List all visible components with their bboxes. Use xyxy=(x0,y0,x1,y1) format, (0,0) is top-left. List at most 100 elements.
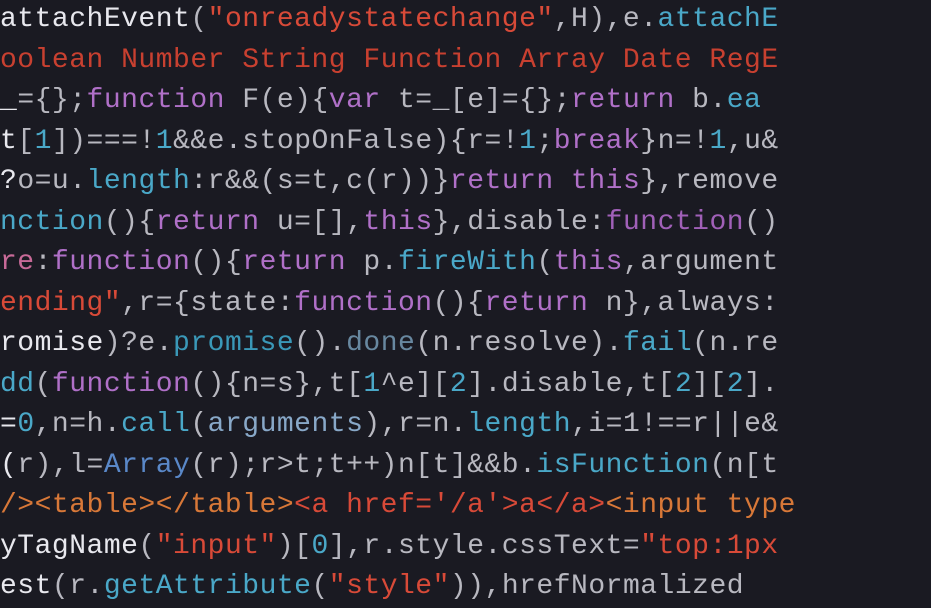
code-token: getAttribute xyxy=(104,571,312,602)
code-line: est(r.getAttribute("style")),hrefNormali… xyxy=(0,567,931,608)
code-token: Array xyxy=(104,450,191,481)
code-token xyxy=(554,166,571,197)
code-token: ending" xyxy=(0,288,121,319)
code-token: ],r.style.cssText= xyxy=(329,531,640,562)
code-token: ]. xyxy=(744,369,779,400)
code-line: dd(function(){n=s},t[1^e][2].disable,t[2… xyxy=(0,365,931,406)
code-token: (n.re xyxy=(692,328,779,359)
code-token: 1 xyxy=(363,369,380,400)
code-token: ea xyxy=(727,85,762,116)
code-token: ( xyxy=(190,409,207,440)
code-token: ^e][ xyxy=(381,369,450,400)
code-token: (){n=s},t[ xyxy=(190,369,363,400)
code-token: = xyxy=(0,409,17,440)
code-token: length xyxy=(467,409,571,440)
code-token: function xyxy=(606,207,744,238)
code-line: t[1])===!1&&e.stopOnFalse){r=!1;break}n=… xyxy=(0,122,931,163)
code-token: p. xyxy=(346,247,398,278)
code-token: (){ xyxy=(104,207,156,238)
code-token: <input type xyxy=(606,490,796,521)
code-token: },remove xyxy=(640,166,778,197)
code-token: ( xyxy=(35,369,52,400)
code-token: r),l= xyxy=(17,450,104,481)
code-line: ending",r={state:function(){return n},al… xyxy=(0,284,931,325)
code-token: ( xyxy=(190,4,207,35)
code-token: &&e.stopOnFalse){r=! xyxy=(173,126,519,157)
code-token: ,i=1!==r||e& xyxy=(571,409,779,440)
code-token: ={}; xyxy=(17,85,86,116)
code-line: =0,n=h.call(arguments),r=n.length,i=1!==… xyxy=(0,405,931,446)
code-token: ].disable,t[ xyxy=(467,369,675,400)
code-token: n},always: xyxy=(588,288,778,319)
code-token: ( xyxy=(138,531,155,562)
code-token: /><table></table> xyxy=(0,490,294,521)
code-token: arguments xyxy=(208,409,364,440)
code-token: break xyxy=(554,126,641,157)
code-token: function xyxy=(294,288,432,319)
code-token: (n[t xyxy=(709,450,778,481)
code-line: (r),l=Array(r);r>t;t++)n[t]&&b.isFunctio… xyxy=(0,446,931,487)
code-line: attachEvent("onreadystatechange",H),e.at… xyxy=(0,0,931,41)
code-token: return xyxy=(571,85,675,116)
code-token: return xyxy=(485,288,589,319)
code-token: () xyxy=(744,207,779,238)
code-token: ; xyxy=(536,126,553,157)
code-token: (n.resolve). xyxy=(415,328,623,359)
code-token: this xyxy=(571,166,640,197)
code-token: ])===! xyxy=(52,126,156,157)
code-token: est xyxy=(0,571,52,602)
code-line: ?o=u.length:r&&(s=t,c(r))}return this},r… xyxy=(0,162,931,203)
code-line: oolean Number String Function Array Date… xyxy=(0,41,931,82)
code-token: function xyxy=(52,247,190,278)
code-token: b. xyxy=(675,85,727,116)
code-token: t xyxy=(0,126,17,157)
code-token: dd xyxy=(0,369,35,400)
code-token: [ xyxy=(17,126,34,157)
code-token: 1 xyxy=(35,126,52,157)
code-token: t=_[e]={}; xyxy=(381,85,571,116)
code-token: this xyxy=(554,247,623,278)
code-token: fireWith xyxy=(398,247,536,278)
code-token: :r&&(s=t,c(r))} xyxy=(190,166,450,197)
code-token: nction xyxy=(0,207,104,238)
code-token: oolean Number String Function Array Date… xyxy=(0,45,779,76)
code-token: 0 xyxy=(311,531,328,562)
code-token: ( xyxy=(536,247,553,278)
code-line: yTagName("input")[0],r.style.cssText="to… xyxy=(0,527,931,568)
code-line: romise)?e.promise().done(n.resolve).fail… xyxy=(0,324,931,365)
code-token: ][ xyxy=(692,369,727,400)
code-token: ? xyxy=(0,166,17,197)
code-token: )),hrefNormalized xyxy=(450,571,744,602)
code-token: F(e){ xyxy=(225,85,329,116)
code-token: )?e. xyxy=(104,328,173,359)
code-line: re:function(){return p.fireWith(this,arg… xyxy=(0,243,931,284)
code-token: o=u. xyxy=(17,166,86,197)
code-token: ,u& xyxy=(727,126,779,157)
code-token: 0 xyxy=(17,409,34,440)
code-token: ( xyxy=(0,450,17,481)
code-token: )[ xyxy=(277,531,312,562)
code-token: 2 xyxy=(727,369,744,400)
code-token: (r);r>t;t++)n[t]&&b. xyxy=(190,450,536,481)
code-block: attachEvent("onreadystatechange",H),e.at… xyxy=(0,0,931,608)
code-token: return xyxy=(242,247,346,278)
code-token: ,argument xyxy=(623,247,779,278)
code-token: (){ xyxy=(433,288,485,319)
code-token: "input" xyxy=(156,531,277,562)
code-token: attachEvent xyxy=(0,4,190,35)
code-token: ,r={state: xyxy=(121,288,294,319)
code-token: promise xyxy=(173,328,294,359)
code-token: done xyxy=(346,328,415,359)
code-token: }n=! xyxy=(640,126,709,157)
code-token: re xyxy=(0,247,35,278)
code-token: function xyxy=(52,369,190,400)
code-token: 2 xyxy=(450,369,467,400)
code-token: attachE xyxy=(658,4,779,35)
code-token: 2 xyxy=(675,369,692,400)
code-token: return xyxy=(156,207,260,238)
code-token: ),r=n. xyxy=(363,409,467,440)
code-token: return xyxy=(450,166,554,197)
code-token: 1 xyxy=(519,126,536,157)
code-token: (r. xyxy=(52,571,104,602)
code-token: <a href='/a'>a</a> xyxy=(294,490,605,521)
